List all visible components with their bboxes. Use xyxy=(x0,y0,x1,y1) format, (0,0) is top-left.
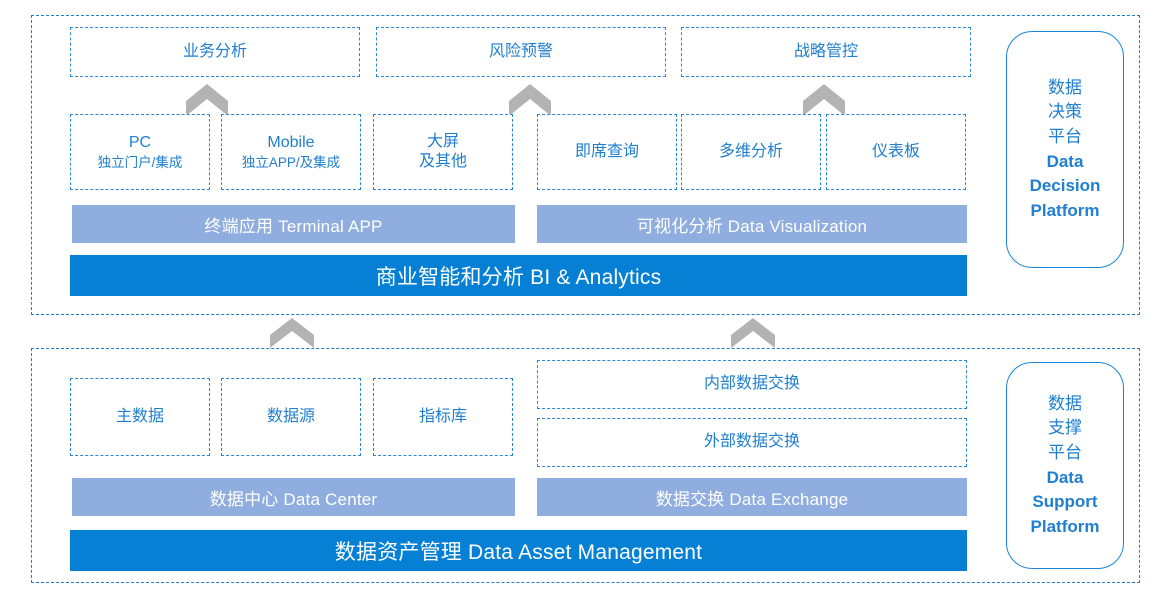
panel-data-decision-platform: 数据 决策 平台 Data Decision Platform xyxy=(1006,31,1124,268)
chevron-up-icon-section-left xyxy=(270,318,314,348)
top-box-business-analysis[interactable]: 业务分析 xyxy=(70,27,360,77)
panel-data-decision-line6: Platform xyxy=(1030,200,1100,220)
terminal-box-bigscreen-subtitle: 及其他 xyxy=(418,153,467,170)
terminal-box-mobile-subtitle: 独立APP/及集成 xyxy=(241,154,341,170)
terminal-box-pc[interactable]: PC 独立门户/集成 xyxy=(70,114,210,190)
exchange-box-external-label: 外部数据交换 xyxy=(703,433,800,451)
light-bar-data-visualization-label: 可视化分析 Data Visualization xyxy=(636,216,868,236)
exchange-box-external[interactable]: 外部数据交换 xyxy=(537,418,967,467)
light-bar-data-exchange-label: 数据交换 Data Exchange xyxy=(655,489,849,509)
top-box-risk-warning[interactable]: 风险预警 xyxy=(376,27,666,77)
exchange-box-internal-label: 内部数据交换 xyxy=(703,375,800,393)
terminal-box-pc-title: PC xyxy=(128,134,152,152)
panel-data-decision-line5: Decision xyxy=(1029,176,1101,196)
light-bar-terminal-app-label: 终端应用 Terminal APP xyxy=(204,216,383,236)
chevron-up-icon-section-right xyxy=(731,318,775,348)
top-box-risk-warning-label: 风险预警 xyxy=(488,42,553,60)
terminal-box-pc-subtitle: 独立门户/集成 xyxy=(97,154,183,170)
panel-data-support-platform: 数据 支撑 平台 Data Support Platform xyxy=(1006,362,1124,569)
top-box-business-analysis-label: 业务分析 xyxy=(182,42,247,60)
support-box-data-source-label: 数据源 xyxy=(266,407,315,425)
terminal-box-bigscreen-title: 大屏 xyxy=(426,132,459,150)
panel-data-decision-line3: 平台 xyxy=(1048,126,1082,146)
light-bar-data-center-label: 数据中心 Data Center xyxy=(209,489,378,509)
chevron-up-icon-risk xyxy=(509,84,551,116)
top-box-strategic-control[interactable]: 战略管控 xyxy=(681,27,971,77)
panel-data-decision-line2: 决策 xyxy=(1048,102,1082,122)
visual-box-multidim-analysis[interactable]: 多维分析 xyxy=(681,114,821,190)
panel-data-support-line2: 支撑 xyxy=(1048,418,1082,438)
visual-box-dashboard-title: 仪表板 xyxy=(871,142,920,160)
light-bar-terminal-app: 终端应用 Terminal APP xyxy=(72,205,515,243)
visual-box-adhoc-query[interactable]: 即席查询 xyxy=(537,114,677,190)
panel-data-support-line5: Support xyxy=(1032,492,1098,512)
support-box-master-data-label: 主数据 xyxy=(115,407,164,425)
terminal-box-mobile[interactable]: Mobile 独立APP/及集成 xyxy=(221,114,361,190)
blue-bar-data-asset-management: 数据资产管理 Data Asset Management xyxy=(70,530,967,571)
panel-data-support-line1: 数据 xyxy=(1048,393,1082,413)
terminal-box-bigscreen[interactable]: 大屏 及其他 xyxy=(373,114,513,190)
light-bar-data-center: 数据中心 Data Center xyxy=(72,478,515,516)
support-box-metric-library[interactable]: 指标库 xyxy=(373,378,513,456)
exchange-box-internal[interactable]: 内部数据交换 xyxy=(537,360,967,409)
diagram-canvas: 业务分析 风险预警 战略管控 PC 独立门户/集成 Mobile 独立APP/及… xyxy=(0,0,1170,603)
blue-bar-bi-analytics: 商业智能和分析 BI & Analytics xyxy=(70,255,967,296)
visual-box-dashboard[interactable]: 仪表板 xyxy=(826,114,966,190)
light-bar-data-visualization: 可视化分析 Data Visualization xyxy=(537,205,967,243)
support-box-metric-library-label: 指标库 xyxy=(418,407,467,425)
panel-data-decision-line4: Data xyxy=(1046,151,1084,171)
panel-data-support-line3: 平台 xyxy=(1048,442,1082,462)
support-box-data-source[interactable]: 数据源 xyxy=(221,378,361,456)
terminal-box-mobile-title: Mobile xyxy=(267,134,315,152)
visual-box-multidim-analysis-title: 多维分析 xyxy=(718,142,783,160)
top-box-strategic-control-label: 战略管控 xyxy=(793,42,858,60)
light-bar-data-exchange: 数据交换 Data Exchange xyxy=(537,478,967,516)
panel-data-support-line4: Data xyxy=(1046,467,1084,487)
support-box-master-data[interactable]: 主数据 xyxy=(70,378,210,456)
chevron-up-icon-strategy xyxy=(803,84,845,116)
chevron-up-icon-business xyxy=(186,84,228,116)
blue-bar-data-asset-management-label: 数据资产管理 Data Asset Management xyxy=(334,540,703,564)
panel-data-support-line6: Platform xyxy=(1030,516,1100,536)
panel-data-decision-line1: 数据 xyxy=(1048,77,1082,97)
blue-bar-bi-analytics-label: 商业智能和分析 BI & Analytics xyxy=(375,265,662,289)
visual-box-adhoc-query-title: 即席查询 xyxy=(574,142,639,160)
